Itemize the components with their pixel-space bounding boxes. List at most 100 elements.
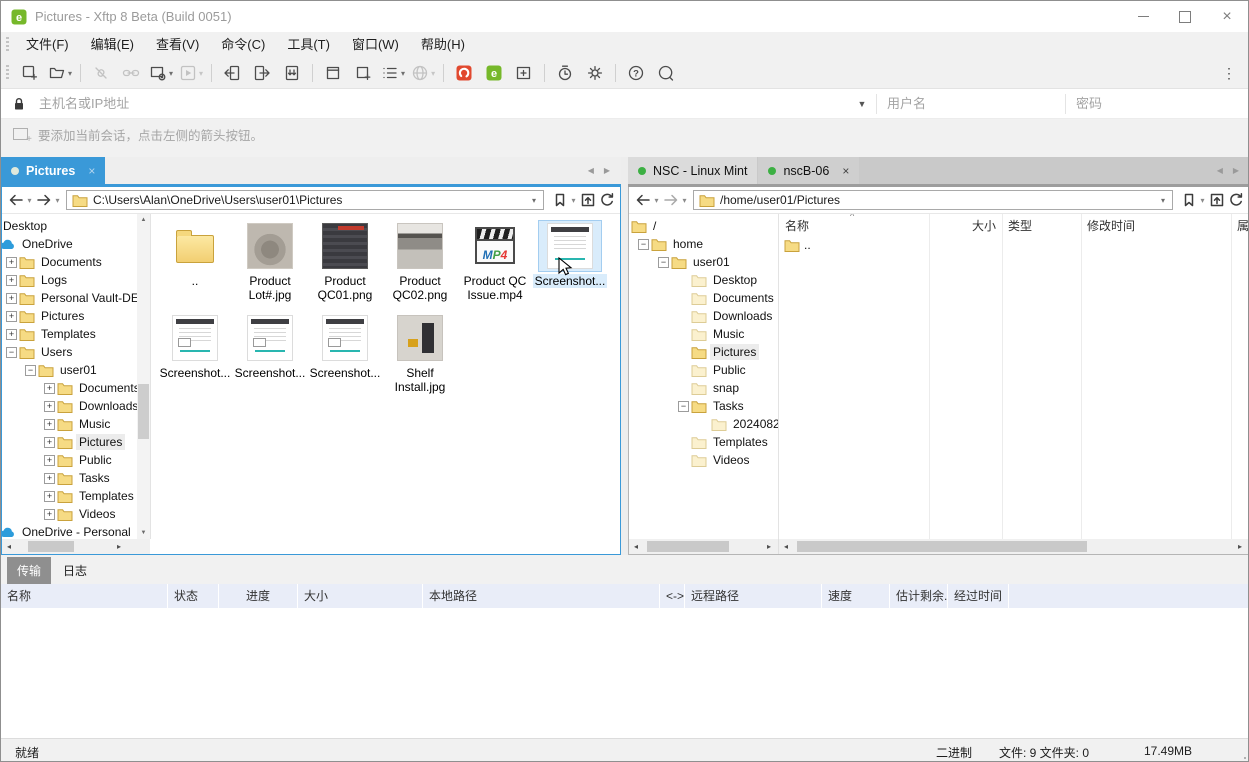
scroll-up-icon[interactable]: ▲ — [137, 217, 150, 223]
parent-directory-button[interactable] — [1207, 190, 1226, 210]
expander-icon[interactable]: + — [44, 509, 57, 520]
expander-icon[interactable]: + — [44, 383, 57, 394]
options-button[interactable] — [581, 61, 609, 85]
expander-icon[interactable]: + — [44, 473, 57, 484]
menu-item-4[interactable]: 工具(T) — [276, 37, 341, 52]
tree-item-tasks[interactable]: +Tasks — [44, 469, 150, 487]
forward-history-dropdown-icon[interactable]: ▾ — [680, 196, 689, 205]
scroll-left-icon[interactable]: ◂ — [2, 539, 16, 554]
menu-item-5[interactable]: 窗口(W) — [341, 37, 410, 52]
tab-scroll-left-icon[interactable]: ◀ — [583, 166, 599, 175]
tree-item-templates[interactable]: Templates — [678, 433, 778, 451]
close-tab-icon[interactable]: × — [842, 164, 849, 178]
bookmark-dropdown-icon[interactable]: ▾ — [569, 196, 578, 205]
expander-icon[interactable]: + — [44, 401, 57, 412]
open-folder-button[interactable]: ▾ — [46, 61, 74, 85]
scroll-right-icon[interactable]: ▸ — [112, 539, 126, 554]
column-separator[interactable] — [1081, 214, 1082, 539]
resize-grip[interactable] — [1244, 757, 1246, 759]
transfer-column-0[interactable]: 名称 — [1, 584, 168, 608]
transfer-tab-1[interactable]: 日志 — [53, 557, 97, 584]
local-session-tab-0[interactable]: Pictures× — [1, 157, 105, 184]
tree-item-logs[interactable]: +Logs — [6, 271, 150, 289]
new-session-button[interactable] — [16, 61, 44, 85]
tree-item-public[interactable]: +Public — [44, 451, 150, 469]
local-tree-horizontal-scrollbar[interactable]: ◂▸ — [2, 539, 150, 554]
parent-directory-button[interactable] — [578, 190, 597, 210]
transfer-column-1[interactable]: 状态 — [168, 584, 219, 608]
transfer-left-button[interactable] — [218, 61, 246, 85]
expander-icon[interactable]: − — [658, 257, 671, 268]
open-in-new-window-button[interactable] — [510, 61, 538, 85]
remote-session-tab-1[interactable]: nscB-06× — [758, 157, 859, 184]
tree-item-20240825[interactable]: 20240825 — [698, 415, 778, 433]
bookmark-button[interactable] — [1179, 190, 1198, 210]
tree-item-templates[interactable]: +Templates — [44, 487, 150, 505]
local-path-input[interactable]: C:\Users\Alan\OneDrive\Users\user01\Pict… — [66, 190, 544, 210]
transfer-right-button[interactable] — [248, 61, 276, 85]
scrollbar-thumb[interactable] — [797, 541, 1087, 552]
column-separator[interactable] — [1231, 214, 1232, 539]
back-history-dropdown-icon[interactable]: ▾ — [652, 196, 661, 205]
open-folder-dropdown-icon[interactable]: ▾ — [68, 69, 72, 78]
tree-item-documents[interactable]: +Documents — [44, 379, 150, 397]
scrollbar-thumb[interactable] — [138, 384, 149, 439]
tree-item-videos[interactable]: Videos — [678, 451, 778, 469]
view-mode-button[interactable]: ▾ — [379, 61, 407, 85]
tree-item-0[interactable]: / — [629, 217, 778, 235]
file-item-product-qc-issue-mp4[interactable]: MP4Product QC Issue.mp4 — [458, 220, 532, 302]
expander-icon[interactable]: + — [6, 293, 19, 304]
transfer-column-6[interactable]: 远程路径 — [685, 584, 822, 608]
refresh-button[interactable] — [597, 190, 616, 210]
back-button[interactable] — [633, 190, 652, 210]
forward-button[interactable] — [34, 190, 53, 210]
scroll-left-icon[interactable]: ◂ — [779, 539, 793, 554]
file-item-screenshot[interactable]: Screenshot... — [158, 312, 232, 394]
username-input[interactable] — [877, 91, 1065, 117]
scroll-right-icon[interactable]: ▸ — [1233, 539, 1247, 554]
column-header-4[interactable]: 属性 — [1231, 214, 1249, 236]
transfer-column-3[interactable]: 大小 — [298, 584, 423, 608]
file-item-0[interactable]: .. — [158, 220, 232, 302]
remote-tree-horizontal-scrollbar[interactable]: ◂▸ — [629, 539, 778, 554]
close-tab-icon[interactable]: × — [88, 164, 95, 178]
remote-path-input[interactable]: /home/user01/Pictures ▾ — [693, 190, 1173, 210]
tree-item-pictures[interactable]: +Pictures — [6, 307, 150, 325]
expander-icon[interactable]: + — [6, 311, 19, 322]
session-properties-button[interactable]: ▾ — [147, 61, 175, 85]
tree-item-downloads[interactable]: Downloads — [678, 307, 778, 325]
tree-item-videos[interactable]: +Videos — [44, 505, 150, 523]
expander-icon[interactable]: + — [44, 419, 57, 430]
tree-item-music[interactable]: +Music — [44, 415, 150, 433]
column-header-3[interactable]: 修改时间 — [1081, 214, 1231, 236]
refresh-button[interactable] — [1226, 190, 1245, 210]
tree-item-downloads[interactable]: +Downloads — [44, 397, 150, 415]
scheduler-button[interactable] — [551, 61, 579, 85]
forward-button[interactable] — [661, 190, 680, 210]
tree-item-documents[interactable]: Documents — [678, 289, 778, 307]
view-mode-dropdown-icon[interactable]: ▾ — [401, 69, 405, 78]
column-header-2[interactable]: 类型 — [1002, 214, 1081, 236]
password-input[interactable] — [1066, 91, 1248, 117]
transfer-column-5[interactable]: <-> — [660, 584, 685, 608]
tree-item-onedrive-personal[interactable]: OneDrive - Personal — [2, 523, 150, 539]
expander-icon[interactable]: − — [638, 239, 651, 250]
file-item-product-qc02-png[interactable]: Product QC02.png — [383, 220, 457, 302]
session-properties-dropdown-icon[interactable]: ▾ — [169, 69, 173, 78]
bookmark-button[interactable] — [550, 190, 569, 210]
back-history-dropdown-icon[interactable]: ▾ — [25, 196, 34, 205]
tree-item-user01[interactable]: −user01 — [25, 361, 150, 379]
file-item-product-qc01-png[interactable]: Product QC01.png — [308, 220, 382, 302]
tab-scroll-right-icon[interactable]: ▶ — [1228, 166, 1244, 175]
xftp-button[interactable]: e — [480, 61, 508, 85]
transfer-tab-0[interactable]: 传输 — [7, 557, 51, 584]
tree-item-pictures[interactable]: Pictures — [678, 343, 778, 361]
transfer-column-8[interactable]: 估计剩余... — [890, 584, 948, 608]
transfer-column-2[interactable]: 进度 — [219, 584, 298, 608]
new-window-button[interactable] — [349, 61, 377, 85]
maximize-button[interactable] — [1164, 1, 1206, 32]
transfer-column-4[interactable]: 本地路径 — [423, 584, 660, 608]
expander-icon[interactable]: + — [44, 455, 57, 466]
close-button[interactable]: × — [1206, 1, 1248, 32]
scroll-down-icon[interactable]: ▼ — [137, 530, 150, 536]
